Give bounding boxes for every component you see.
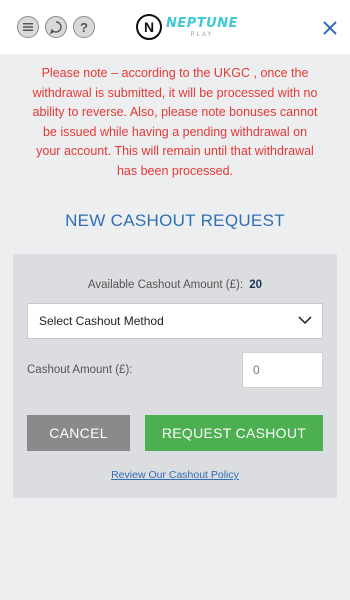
cancel-button[interactable]: CANCEL (27, 415, 130, 451)
chat-support-icon[interactable] (45, 16, 67, 38)
menu-list-icon[interactable] (17, 16, 39, 38)
help-glyph: ? (80, 19, 88, 35)
request-cashout-button[interactable]: REQUEST CASHOUT (145, 415, 323, 451)
cashout-amount-label: Cashout Amount (£): (27, 364, 133, 376)
neptune-play-logo[interactable]: N NEPTUNE PLAY (136, 11, 238, 43)
chevron-down-icon (298, 316, 312, 325)
cashout-form-panel: Available Cashout Amount (£): 20 Select … (13, 254, 337, 498)
cashout-method-select[interactable]: Select Cashout Method (27, 303, 323, 339)
available-amount-value: 20 (249, 279, 263, 291)
chat-icon (49, 21, 62, 34)
logo-name: NEPTUNE (166, 15, 238, 31)
logo-mark-icon: N (136, 14, 162, 40)
cashout-amount-input[interactable] (242, 352, 323, 388)
logo-text: NEPTUNE PLAY (166, 17, 238, 38)
available-amount: Available Cashout Amount (£): 20 (13, 279, 337, 291)
page-title: NEW CASHOUT REQUEST (65, 211, 285, 230)
close-icon[interactable] (322, 20, 338, 36)
available-amount-label: Available Cashout Amount (£): (87, 279, 244, 291)
help-icon[interactable]: ? (73, 16, 95, 38)
list-icon (23, 23, 33, 31)
logo-sub: PLAY (190, 31, 214, 38)
cashout-method-value: Select Cashout Method (39, 314, 164, 328)
close-x-icon (323, 21, 337, 35)
ukgc-notice: Please note – according to the UKGC , on… (32, 66, 318, 178)
cashout-content: Please note – according to the UKGC , on… (0, 54, 350, 600)
cashout-policy-link[interactable]: Review Our Cashout Policy (13, 469, 337, 481)
top-bar: ? N NEPTUNE PLAY (0, 0, 350, 54)
